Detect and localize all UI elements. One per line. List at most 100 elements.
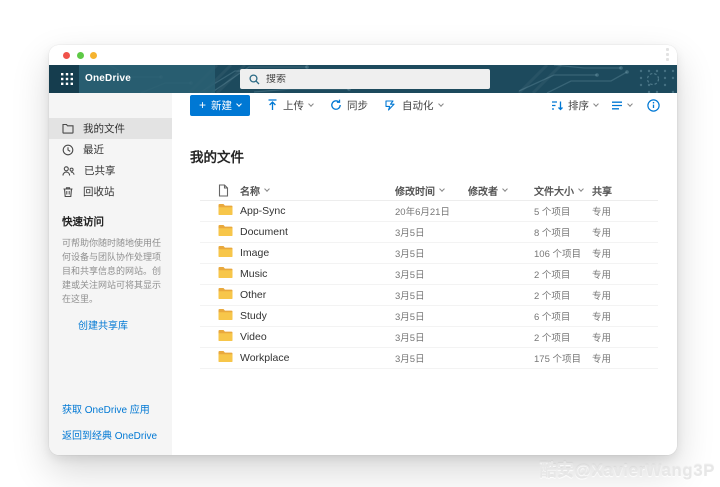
file-name[interactable]: Image bbox=[240, 247, 395, 259]
sync-icon bbox=[330, 99, 342, 111]
file-list: App-Sync 20年6月21日 5 个项目 专用 bbox=[200, 201, 658, 369]
quick-access-title: 快速访问 bbox=[62, 214, 162, 229]
window-grip-dots bbox=[666, 48, 669, 61]
file-name[interactable]: Workplace bbox=[240, 352, 395, 364]
file-name[interactable]: Music bbox=[240, 268, 395, 280]
sharing-status[interactable]: 专用 bbox=[592, 309, 658, 323]
item-count: 5 个项目 bbox=[534, 204, 592, 218]
app-header: OneDrive bbox=[49, 65, 677, 93]
chevron-down-icon bbox=[264, 186, 270, 192]
chevron-down-icon bbox=[236, 101, 242, 107]
page-title: 我的文件 bbox=[190, 146, 677, 166]
table-row[interactable]: Other 3月5日 2 个项目 专用 bbox=[200, 285, 658, 306]
sidebar-item-label: 已共享 bbox=[84, 163, 116, 178]
list-view-icon bbox=[611, 101, 623, 110]
sharing-status[interactable]: 专用 bbox=[592, 351, 658, 365]
modified-by-column-header[interactable]: 修改者 bbox=[468, 183, 534, 198]
table-row[interactable]: Workplace 3月5日 175 个项目 专用 bbox=[200, 348, 658, 369]
close-window-button[interactable] bbox=[63, 52, 70, 59]
chevron-down-icon bbox=[627, 101, 633, 107]
row-icon-cell bbox=[200, 349, 240, 367]
app-launcher-icon[interactable] bbox=[61, 73, 73, 85]
command-bar: + 新建 上传 同步 bbox=[172, 93, 677, 117]
item-count: 8 个项目 bbox=[534, 225, 592, 239]
file-name[interactable]: Study bbox=[240, 310, 395, 322]
chevron-down-icon bbox=[502, 186, 508, 192]
size-column-header[interactable]: 文件大小 bbox=[534, 183, 592, 198]
info-button[interactable] bbox=[647, 99, 660, 112]
search-box[interactable] bbox=[240, 69, 490, 89]
zoom-window-button[interactable] bbox=[77, 52, 84, 59]
file-name[interactable]: Video bbox=[240, 331, 395, 343]
name-column-header[interactable]: 名称 bbox=[240, 183, 395, 198]
table-row[interactable]: Music 3月5日 2 个项目 专用 bbox=[200, 264, 658, 285]
item-count: 2 个项目 bbox=[534, 288, 592, 302]
folder-icon bbox=[218, 203, 233, 215]
sharing-status[interactable]: 专用 bbox=[592, 225, 658, 239]
row-icon-cell bbox=[200, 328, 240, 346]
folder-icon bbox=[62, 123, 74, 134]
file-name[interactable]: Document bbox=[240, 226, 395, 238]
sidebar-item-label: 回收站 bbox=[83, 184, 115, 199]
app-title[interactable]: OneDrive bbox=[85, 73, 131, 84]
clock-icon bbox=[62, 144, 74, 156]
row-icon-cell bbox=[200, 265, 240, 283]
file-name[interactable]: Other bbox=[240, 289, 395, 301]
automate-button[interactable]: 自动化 bbox=[385, 98, 443, 113]
row-icon-cell bbox=[200, 286, 240, 304]
get-onedrive-apps-link[interactable]: 获取 OneDrive 应用 bbox=[62, 401, 164, 416]
window-titlebar bbox=[49, 45, 677, 65]
file-type-column-header[interactable] bbox=[200, 184, 240, 197]
table-row[interactable]: Image 3月5日 106 个项目 专用 bbox=[200, 243, 658, 264]
file-name[interactable]: App-Sync bbox=[240, 205, 395, 217]
view-options-button[interactable] bbox=[611, 101, 632, 110]
sort-button[interactable]: 排序 bbox=[551, 98, 598, 113]
sharing-status[interactable]: 专用 bbox=[592, 204, 658, 218]
modified-date: 3月5日 bbox=[395, 330, 468, 344]
sort-icon bbox=[551, 100, 563, 111]
sharing-status[interactable]: 专用 bbox=[592, 330, 658, 344]
new-button[interactable]: + 新建 bbox=[190, 95, 250, 116]
sort-button-label: 排序 bbox=[568, 98, 589, 113]
automate-button-label: 自动化 bbox=[402, 98, 434, 113]
chevron-down-icon bbox=[439, 186, 445, 192]
folder-icon bbox=[218, 329, 233, 341]
folder-icon bbox=[218, 287, 233, 299]
modified-date: 3月5日 bbox=[395, 309, 468, 323]
row-icon-cell bbox=[200, 202, 240, 220]
sharing-column-header[interactable]: 共享 bbox=[592, 183, 658, 198]
sidebar-item-shared[interactable]: 已共享 bbox=[49, 160, 172, 181]
sharing-status[interactable]: 专用 bbox=[592, 288, 658, 302]
chevron-down-icon bbox=[593, 101, 599, 107]
upload-button[interactable]: 上传 bbox=[267, 98, 313, 113]
table-row[interactable]: App-Sync 20年6月21日 5 个项目 专用 bbox=[200, 201, 658, 222]
sidebar: 我的文件 最近 已共享 bbox=[49, 93, 172, 455]
table-header-row: 名称 修改时间 修改者 文件大小 bbox=[200, 181, 658, 201]
return-to-classic-link[interactable]: 返回到经典 OneDrive bbox=[62, 427, 164, 442]
chevron-down-icon bbox=[308, 101, 314, 107]
sharing-status[interactable]: 专用 bbox=[592, 267, 658, 281]
table-row[interactable]: Study 3月5日 6 个项目 专用 bbox=[200, 306, 658, 327]
minimize-window-button[interactable] bbox=[90, 52, 97, 59]
plus-icon: + bbox=[199, 99, 206, 111]
browser-window: OneDrive 我的文件 最近 bbox=[49, 45, 677, 455]
modified-date: 3月5日 bbox=[395, 225, 468, 239]
item-count: 106 个项目 bbox=[534, 246, 592, 260]
sharing-status[interactable]: 专用 bbox=[592, 246, 658, 260]
sync-button[interactable]: 同步 bbox=[330, 98, 368, 113]
table-row[interactable]: Video 3月5日 2 个项目 专用 bbox=[200, 327, 658, 348]
item-count: 175 个项目 bbox=[534, 351, 592, 365]
sidebar-item-label: 我的文件 bbox=[83, 121, 125, 136]
sidebar-item-recycle-bin[interactable]: 回收站 bbox=[49, 181, 172, 202]
search-input[interactable] bbox=[266, 74, 466, 85]
sync-button-label: 同步 bbox=[347, 98, 368, 113]
modified-column-header[interactable]: 修改时间 bbox=[395, 183, 468, 198]
row-icon-cell bbox=[200, 307, 240, 325]
quick-access-description: 可帮助你随时随地使用任何设备与团队协作处理项目和共享信息的网站。创建或关注网站可… bbox=[62, 237, 162, 307]
automate-icon bbox=[385, 99, 397, 111]
sidebar-item-recent[interactable]: 最近 bbox=[49, 139, 172, 160]
table-row[interactable]: Document 3月5日 8 个项目 专用 bbox=[200, 222, 658, 243]
sidebar-item-my-files[interactable]: 我的文件 bbox=[49, 118, 172, 139]
create-shared-library-link[interactable]: 创建共享库 bbox=[78, 317, 128, 332]
upload-icon bbox=[267, 99, 278, 111]
